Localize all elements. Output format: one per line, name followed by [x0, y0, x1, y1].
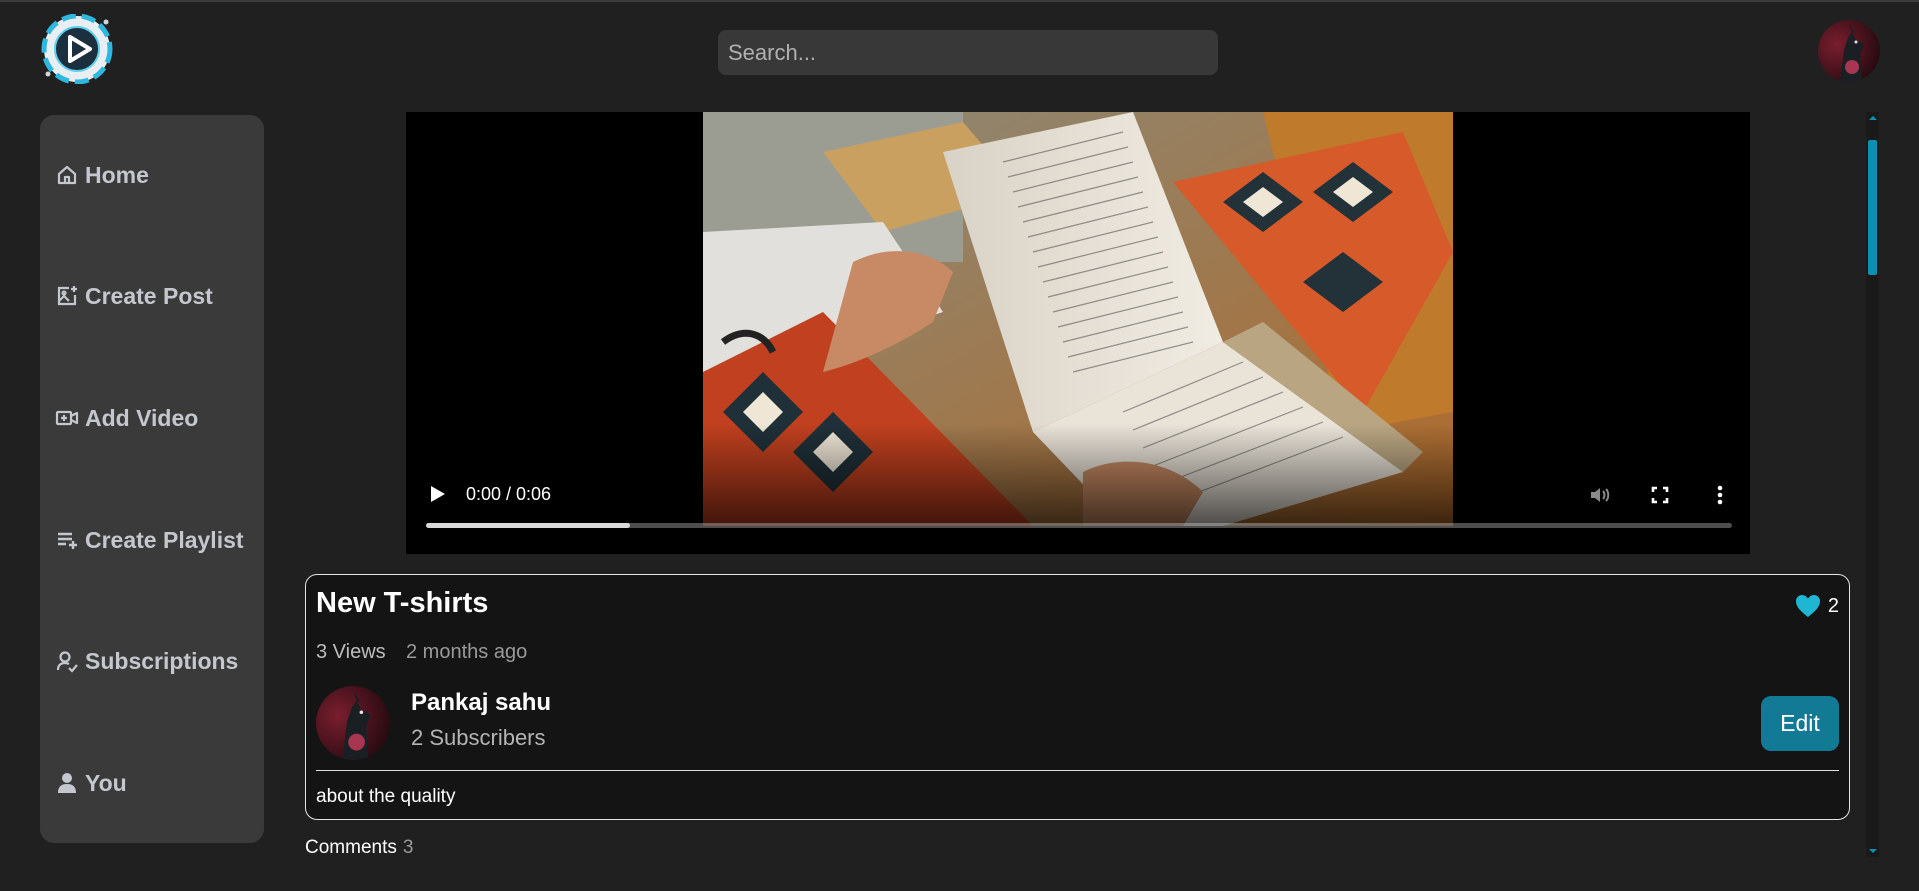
top-border — [0, 0, 1919, 2]
user-icon — [58, 773, 76, 793]
video-plus-icon — [55, 410, 79, 426]
video-description: about the quality — [316, 786, 456, 807]
comments-header: Comments 3 — [305, 837, 413, 859]
sidebar-item-create-playlist[interactable]: Create Playlist — [55, 520, 244, 560]
like-count: 2 — [1827, 594, 1839, 617]
comments-count: 3 — [402, 837, 414, 858]
sidebar-item-label: Home — [85, 161, 149, 188]
time-display: 0:00 / 0:06 — [466, 484, 552, 504]
fullscreen-icon[interactable] — [1646, 481, 1674, 509]
sidebar-item-label: Create Playlist — [85, 526, 244, 553]
scroll-up-arrow[interactable] — [1869, 116, 1877, 120]
image-plus-icon — [57, 286, 77, 306]
sidebar-item-label: Create Post — [85, 282, 213, 309]
edit-button[interactable]: Edit — [1761, 696, 1839, 751]
video-info-card: New T-shirts 2 3 Views 2 months ago Pank… — [305, 574, 1850, 820]
video-title: New T-shirts — [316, 587, 489, 619]
home-icon — [57, 165, 77, 185]
sidebar-item-label: Subscriptions — [85, 647, 239, 674]
subscriber-count: 2 Subscribers — [411, 725, 546, 750]
progress-fill — [426, 523, 630, 528]
heart-icon[interactable] — [1794, 593, 1822, 619]
channel-name[interactable]: Pankaj sahu — [411, 689, 551, 717]
video-player[interactable]: 0:00 / 0:06 — [406, 112, 1750, 554]
channel-avatar[interactable] — [316, 686, 390, 760]
progress-bar[interactable] — [426, 523, 1732, 528]
sidebar-item-create-post[interactable]: Create Post — [55, 276, 213, 316]
like-button[interactable]: 2 — [1794, 593, 1839, 619]
sidebar-item-add-video[interactable]: Add Video — [55, 398, 198, 438]
sidebar-item-label: You — [85, 769, 127, 796]
scrollbar-thumb[interactable] — [1868, 140, 1877, 275]
divider — [316, 770, 1839, 771]
sidebar: Home Create Post Add Video Create Playli… — [40, 115, 264, 843]
app-logo-icon[interactable] — [40, 13, 114, 85]
more-options-icon[interactable] — [1706, 481, 1734, 509]
search-input[interactable] — [718, 30, 1218, 75]
controls-overlay — [406, 424, 1750, 554]
upload-time: 2 months ago — [406, 641, 528, 663]
user-avatar[interactable] — [1818, 20, 1880, 82]
user-check-icon — [56, 651, 78, 673]
sidebar-item-home[interactable]: Home — [55, 155, 149, 195]
sidebar-item-you[interactable]: You — [55, 763, 127, 803]
sidebar-item-label: Add Video — [85, 404, 199, 431]
view-count: 3 Views — [316, 641, 386, 663]
scroll-down-arrow[interactable] — [1869, 849, 1877, 853]
comments-label: Comments — [305, 837, 397, 858]
scrollbar[interactable] — [1866, 112, 1879, 857]
sidebar-item-subscriptions[interactable]: Subscriptions — [55, 641, 238, 681]
volume-muted-icon[interactable] — [1586, 481, 1614, 509]
playlist-add-icon — [58, 532, 77, 549]
play-icon[interactable] — [424, 481, 450, 507]
